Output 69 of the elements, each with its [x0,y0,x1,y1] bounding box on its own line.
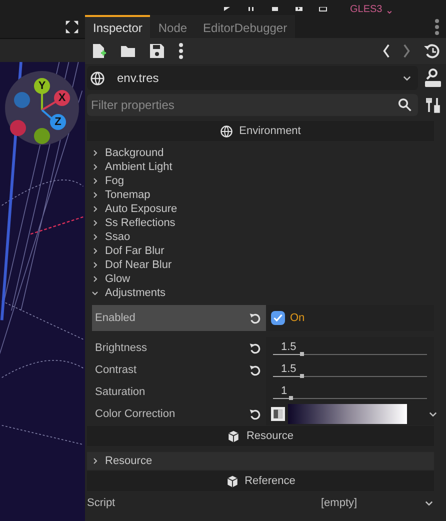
revert-icon[interactable] [249,408,262,420]
check-icon [273,313,283,323]
tab[interactable]: Inspector [85,15,150,38]
section-title: Environment [239,124,301,139]
revert-icon[interactable] [249,364,262,376]
cube-icon [227,430,240,442]
chevron-down-icon [91,289,99,297]
resource-name: env.tres [117,70,160,87]
property-label[interactable]: Contrast [92,359,266,381]
group-header[interactable]: Fog [87,174,434,188]
group-header[interactable]: Ambient Light [87,160,434,174]
property-label: Script [87,496,116,511]
caret-icon[interactable] [386,10,394,15]
group-header[interactable]: Background [87,146,434,160]
globe-icon [220,124,234,138]
group-header[interactable]: Dof Near Blur [87,258,434,272]
slider-handle[interactable] [300,352,304,356]
group-header[interactable]: Ssao [87,230,434,244]
globe-icon [90,70,105,86]
tab[interactable]: Node [150,15,196,38]
doc-search-icon[interactable] [424,68,442,88]
group-header[interactable]: Adjustments [87,286,434,300]
filter-field[interactable]: Filter properties [87,94,418,116]
slider-value: 1.5 [281,362,296,377]
slider-value: 1 [281,384,288,399]
more-icon[interactable] [434,19,440,35]
history-icon[interactable] [424,43,440,59]
forward-icon[interactable] [403,44,411,58]
section-header[interactable]: Resource [87,426,434,446]
cube-icon [226,474,239,488]
tools-icon[interactable] [425,97,441,113]
property-label[interactable]: Color Correction [92,403,266,425]
search-icon[interactable] [398,98,412,112]
gradient-preview[interactable] [288,404,407,424]
chevron-right-icon [91,457,99,465]
group-header[interactable]: Auto Exposure [87,202,434,216]
section-title: Resource [246,428,294,444]
property-label[interactable]: Saturation [92,381,266,403]
section-title: Reference [244,474,296,489]
revert-icon[interactable] [249,342,262,354]
group-header[interactable]: Tonemap [87,188,434,202]
new-resource-icon[interactable] [91,43,107,59]
slider-value: 1.5 [281,340,296,355]
gradient-icon[interactable] [271,407,285,421]
slider-handle[interactable] [300,374,304,378]
resource-picker[interactable]: env.tres [87,66,418,90]
section-header[interactable]: Reference [87,471,434,491]
checkbox-value: On [290,310,305,326]
fullscreen-icon[interactable] [65,20,79,34]
group-header[interactable]: Resource [87,452,434,470]
slider-handle[interactable] [289,396,294,400]
group-header[interactable]: Glow [87,272,434,286]
slider-field[interactable]: 1.5 [271,337,427,359]
checkbox[interactable] [271,311,285,325]
property-label[interactable]: Enabled [92,305,266,331]
renderer-label[interactable]: GLES3 [350,5,382,15]
tab[interactable]: EditorDebugger [195,15,296,38]
script-picker[interactable]: [empty] [321,494,434,512]
more-icon[interactable] [178,43,184,59]
save-icon[interactable] [149,43,165,59]
property-label[interactable]: Brightness [92,337,266,359]
section-header[interactable]: Environment [87,121,434,141]
slider-field[interactable]: 1.5 [271,359,427,381]
back-icon[interactable] [382,44,390,58]
group-header[interactable]: Ss Reflections [87,216,434,230]
slider-field[interactable]: 1 [271,381,427,403]
revert-icon[interactable] [249,312,262,324]
group-header[interactable]: Dof Far Blur [87,244,434,258]
folder-icon[interactable] [120,43,136,59]
